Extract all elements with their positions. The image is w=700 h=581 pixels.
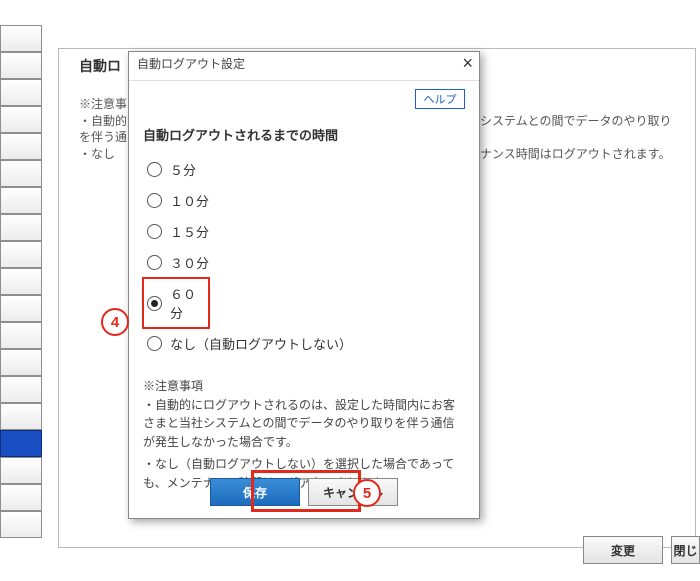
radio-option-60min[interactable]: ６０分 [143, 278, 209, 328]
page-desc-line: システムとの間でデータのやり取り [480, 112, 672, 129]
side-button[interactable] [0, 322, 42, 349]
side-button[interactable] [0, 214, 42, 241]
side-button[interactable] [0, 511, 42, 538]
side-button[interactable] [0, 376, 42, 403]
dialog-footer: 保存 キャンセル [129, 466, 479, 518]
radio-icon [147, 224, 162, 239]
close-icon[interactable]: × [462, 54, 473, 72]
page-close-button[interactable]: 閉じ [671, 536, 700, 564]
radio-icon [147, 193, 162, 208]
radio-label: １０分 [170, 191, 209, 210]
side-button-active[interactable] [0, 430, 42, 457]
side-button[interactable] [0, 484, 42, 511]
radio-group-timeout: ５分 １０分 １５分 ３０分 ６０分 [143, 154, 465, 359]
radio-icon [147, 296, 162, 311]
page-note-label: ※注意事 [79, 95, 127, 112]
side-button[interactable] [0, 403, 42, 430]
auto-logout-dialog: 自動ログアウト設定 × ヘルプ 自動ログアウトされるまでの時間 ５分 １０分 １… [128, 51, 480, 519]
dialog-titlebar: 自動ログアウト設定 × [129, 52, 479, 81]
side-button[interactable] [0, 349, 42, 376]
radio-option-10min[interactable]: １０分 [143, 185, 465, 216]
side-button[interactable] [0, 106, 42, 133]
side-button[interactable] [0, 268, 42, 295]
side-button[interactable] [0, 79, 42, 106]
radio-icon [147, 255, 162, 270]
page-desc-line: を伴う通 [79, 128, 127, 145]
side-button[interactable] [0, 160, 42, 187]
note-heading: ※注意事項 [143, 377, 465, 396]
help-button[interactable]: ヘルプ [415, 89, 465, 109]
side-button[interactable] [0, 133, 42, 160]
page-desc-line: ・なし [79, 145, 115, 162]
side-button[interactable] [0, 52, 42, 79]
radio-label: なし（自動ログアウトしない） [170, 334, 352, 353]
radio-option-30min[interactable]: ３０分 [143, 247, 465, 278]
side-button[interactable] [0, 457, 42, 484]
change-button[interactable]: 変更 [583, 536, 663, 564]
page-desc-line: ・自動的 [79, 112, 127, 129]
radio-label: １５分 [170, 222, 209, 241]
side-button[interactable] [0, 187, 42, 214]
save-button[interactable]: 保存 [210, 478, 300, 506]
radio-icon [147, 162, 162, 177]
step-marker-5: 5 [353, 479, 381, 507]
section-title: 自動ログアウトされるまでの時間 [143, 125, 465, 144]
radio-option-15min[interactable]: １５分 [143, 216, 465, 247]
radio-icon [147, 336, 162, 351]
radio-label: ３０分 [170, 253, 209, 272]
dialog-title: 自動ログアウト設定 [137, 57, 245, 71]
side-button[interactable] [0, 241, 42, 268]
radio-label: ５分 [170, 160, 196, 179]
page-desc-line: ナンス時間はログアウトされます。 [480, 145, 671, 162]
left-button-column [0, 25, 50, 538]
radio-option-none[interactable]: なし（自動ログアウトしない） [143, 328, 465, 359]
radio-option-5min[interactable]: ５分 [143, 154, 465, 185]
note-line: ・自動的にログアウトされるのは、設定した時間内にお客さまと当社システムとの間でデ… [143, 396, 465, 452]
step-marker-4: 4 [101, 308, 129, 336]
page-title: 自動ロ [79, 56, 121, 76]
side-button[interactable] [0, 25, 42, 52]
radio-label: ６０分 [170, 284, 205, 322]
side-button[interactable] [0, 295, 42, 322]
